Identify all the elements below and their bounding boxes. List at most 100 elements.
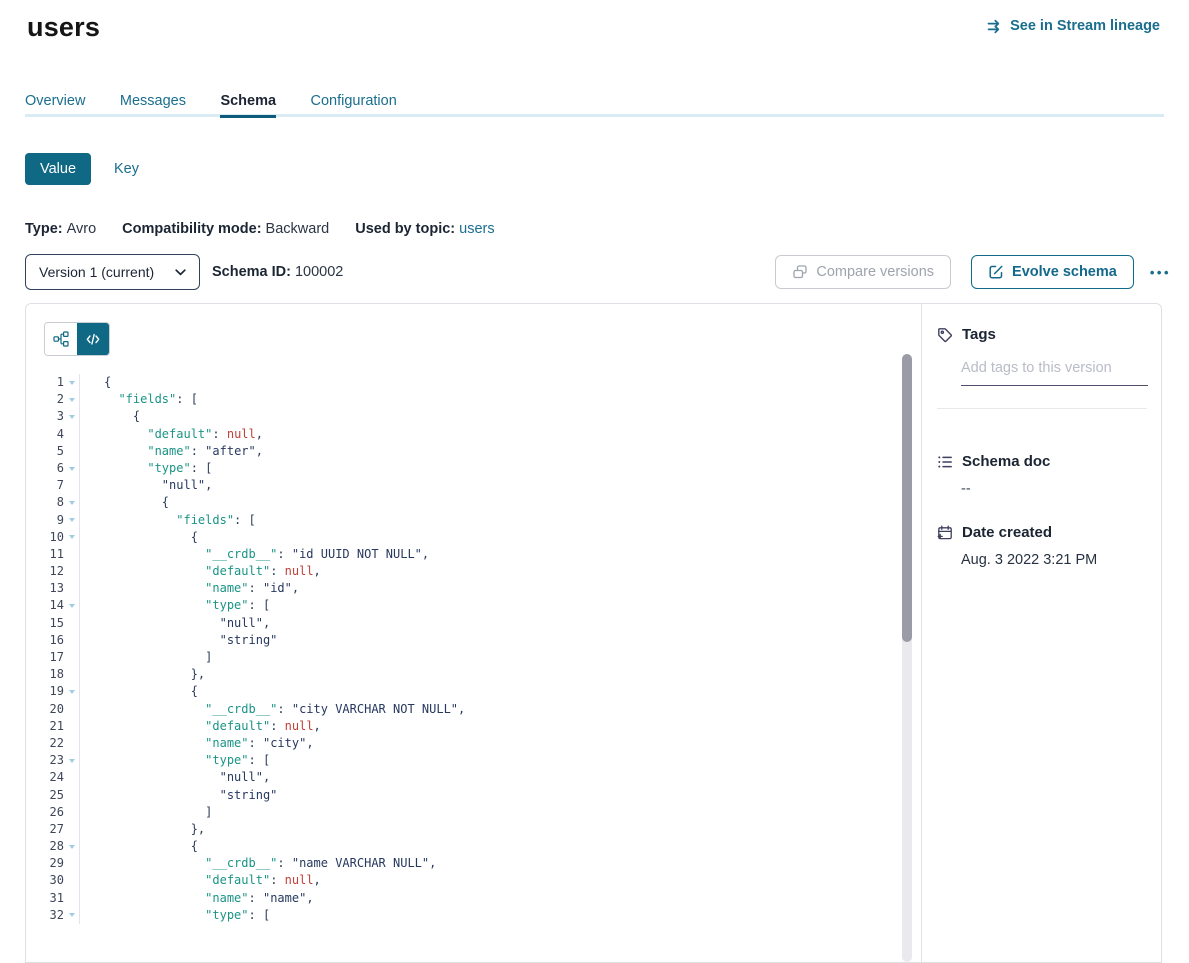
line-number: 13 xyxy=(44,580,64,597)
fold-toggle-icon[interactable] xyxy=(64,529,80,546)
fold-toggle-icon xyxy=(64,735,80,752)
date-created-value: Aug. 3 2022 3:21 PM xyxy=(961,552,1147,568)
fold-toggle-icon xyxy=(64,787,80,804)
tab-underline-track xyxy=(25,114,1164,117)
code-line: 1{ xyxy=(44,374,921,391)
code-line: 8 { xyxy=(44,494,921,511)
code-text: { xyxy=(80,838,198,855)
line-number: 14 xyxy=(44,597,64,614)
schema-doc-header: Schema doc xyxy=(937,453,1147,470)
code-line: 17 ] xyxy=(44,649,921,666)
fold-toggle-icon[interactable] xyxy=(64,838,80,855)
line-number: 4 xyxy=(44,426,64,443)
compare-versions-button[interactable]: Compare versions xyxy=(775,255,951,289)
fold-toggle-icon xyxy=(64,426,80,443)
schema-id-value: 100002 xyxy=(295,264,343,280)
line-number: 1 xyxy=(44,374,64,391)
code-line: 14 "type": [ xyxy=(44,597,921,614)
code-line: 12 "default": null, xyxy=(44,563,921,580)
tab-overview[interactable]: Overview xyxy=(25,93,85,118)
line-number: 19 xyxy=(44,683,64,700)
code-text: ] xyxy=(80,649,212,666)
editor-scrollbar[interactable] xyxy=(902,354,912,962)
line-number: 10 xyxy=(44,529,64,546)
stream-lineage-label: See in Stream lineage xyxy=(1010,18,1160,34)
line-number: 16 xyxy=(44,632,64,649)
schema-id: Schema ID:100002 xyxy=(212,264,343,280)
value-tab-button[interactable]: Value xyxy=(25,153,91,185)
fold-toggle-icon[interactable] xyxy=(64,907,80,924)
stream-lineage-icon xyxy=(987,19,1003,34)
code-line: 21 "default": null, xyxy=(44,718,921,735)
editor-scrollbar-thumb[interactable] xyxy=(902,354,912,642)
fold-toggle-icon[interactable] xyxy=(64,391,80,408)
fold-toggle-icon[interactable] xyxy=(64,460,80,477)
schema-doc-title: Schema doc xyxy=(962,453,1050,470)
fold-toggle-icon xyxy=(64,872,80,889)
code-text: "null", xyxy=(80,615,270,632)
fold-toggle-icon[interactable] xyxy=(64,683,80,700)
page-title: users xyxy=(27,10,100,44)
tree-view-button[interactable] xyxy=(45,323,77,355)
topic-link[interactable]: users xyxy=(459,221,494,237)
line-number: 22 xyxy=(44,735,64,752)
evolve-schema-button[interactable]: Evolve schema xyxy=(971,255,1134,289)
code-text: }, xyxy=(80,666,205,683)
more-actions-button[interactable]: ••• xyxy=(1148,263,1173,282)
edit-icon xyxy=(988,264,1004,280)
date-created-title: Date created xyxy=(962,524,1052,541)
code-text: "null", xyxy=(80,477,212,494)
code-text: "name": "name", xyxy=(80,890,314,907)
line-number: 3 xyxy=(44,408,64,425)
code-line: 18 }, xyxy=(44,666,921,683)
line-number: 25 xyxy=(44,787,64,804)
schema-sidebar: Tags Schema doc -- xyxy=(921,304,1161,962)
code-line: 22 "name": "city", xyxy=(44,735,921,752)
code-text: "string" xyxy=(80,787,277,804)
line-number: 31 xyxy=(44,890,64,907)
fold-toggle-icon[interactable] xyxy=(64,512,80,529)
fold-toggle-icon[interactable] xyxy=(64,597,80,614)
code-text: "string" xyxy=(80,632,277,649)
schema-meta-row: Type:Avro Compatibility mode:Backward Us… xyxy=(25,221,1189,237)
code-line: 24 "null", xyxy=(44,769,921,786)
fold-toggle-icon[interactable] xyxy=(64,408,80,425)
version-select[interactable]: Version 1 (current) xyxy=(25,254,200,290)
code-text: { xyxy=(80,683,198,700)
add-tags-input[interactable] xyxy=(961,356,1148,386)
tab-messages[interactable]: Messages xyxy=(120,93,186,118)
line-number: 24 xyxy=(44,769,64,786)
versions-icon xyxy=(792,264,808,280)
used-by-label: Used by topic: xyxy=(355,221,455,237)
compatibility-label: Compatibility mode: xyxy=(122,221,261,237)
code-text: "__crdb__": "name VARCHAR NULL", xyxy=(80,855,436,872)
line-number: 26 xyxy=(44,804,64,821)
date-created-header: Date created xyxy=(937,524,1147,541)
fold-toggle-icon xyxy=(64,546,80,563)
schema-id-label: Schema ID: xyxy=(212,264,291,280)
code-text: "__crdb__": "city VARCHAR NOT NULL", xyxy=(80,701,465,718)
fold-toggle-icon[interactable] xyxy=(64,374,80,391)
code-text: "default": null, xyxy=(80,563,321,580)
key-tab-link[interactable]: Key xyxy=(114,161,139,177)
code-text: "name": "city", xyxy=(80,735,314,752)
fold-toggle-icon xyxy=(64,477,80,494)
code-line: 30 "default": null, xyxy=(44,872,921,889)
code-line: 4 "default": null, xyxy=(44,426,921,443)
fold-toggle-icon[interactable] xyxy=(64,494,80,511)
evolve-schema-label: Evolve schema xyxy=(1012,264,1117,280)
code-text: { xyxy=(80,494,169,511)
line-number: 20 xyxy=(44,701,64,718)
code-line: 19 { xyxy=(44,683,921,700)
code-text: ] xyxy=(80,804,212,821)
code-line: 28 { xyxy=(44,838,921,855)
list-icon xyxy=(937,454,953,470)
stream-lineage-link[interactable]: See in Stream lineage xyxy=(987,18,1160,34)
tab-configuration[interactable]: Configuration xyxy=(311,93,397,118)
line-number: 28 xyxy=(44,838,64,855)
code-line: 29 "__crdb__": "name VARCHAR NULL", xyxy=(44,855,921,872)
code-view-button[interactable] xyxy=(77,323,109,355)
fold-toggle-icon[interactable] xyxy=(64,752,80,769)
tab-schema[interactable]: Schema xyxy=(220,93,276,118)
fold-toggle-icon xyxy=(64,563,80,580)
